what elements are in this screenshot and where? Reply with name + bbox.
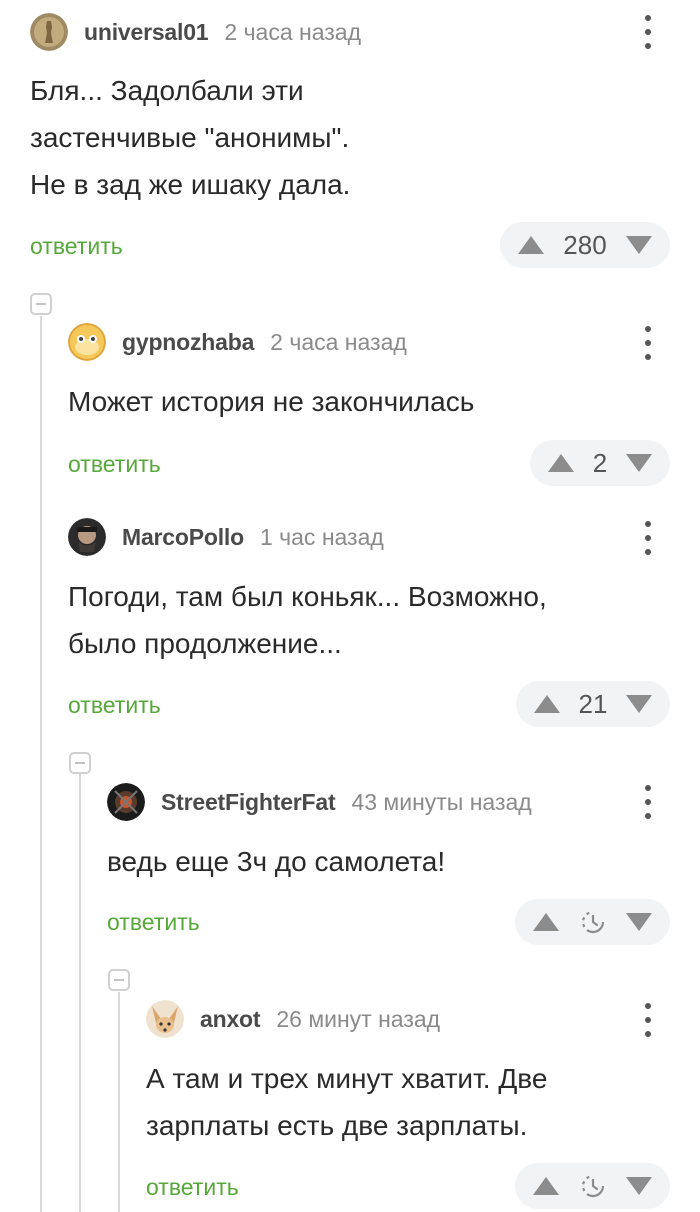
reply-link[interactable]: ответить [30,233,123,260]
triangle-up-icon[interactable] [533,913,559,931]
triangle-down-icon[interactable] [626,1177,652,1195]
triangle-up-icon[interactable] [548,454,574,472]
timestamp[interactable]: 26 минут назад [276,1006,440,1033]
triangle-down-icon[interactable] [626,454,652,472]
fennec-fox-avatar[interactable] [146,1000,184,1038]
comment-text: Может история не закончилась [68,386,475,417]
timestamp[interactable]: 43 минуты назад [351,789,531,816]
thread-line-level-3 [118,992,120,1212]
thread-line-level-1 [40,316,42,1212]
comment-header: anxot 26 минут назад [146,999,440,1039]
timestamp[interactable]: 2 часа назад [224,19,361,46]
more-vertical-icon[interactable] [643,521,653,555]
triangle-up-icon[interactable] [533,1177,559,1195]
username[interactable]: gypnozhaba [122,329,254,356]
username[interactable]: universal01 [84,19,209,46]
triangle-up-icon[interactable] [534,695,560,713]
comment-marcopollo: MarcoPollo 1 час назад Погоди, там был к… [68,500,670,740]
reply-link[interactable]: ответить [107,909,200,936]
comment-header: MarcoPollo 1 час назад [68,517,384,557]
comment-header: gypnozhaba 2 часа назад [68,322,407,362]
comment-header: universal01 2 часа назад [30,12,361,52]
triangle-down-icon[interactable] [625,695,652,713]
collapse-thread-icon[interactable] [30,293,52,315]
comment-text: Погоди, там был коньяк... Возможно, было… [68,581,547,659]
rating-control [515,1163,670,1209]
clock-icon [580,909,606,935]
timestamp[interactable]: 2 часа назад [270,329,407,356]
username[interactable]: anxot [200,1006,261,1033]
rating-control [515,899,670,945]
thread-line-level-2 [79,774,81,1212]
reply-link[interactable]: ответить [146,1174,239,1201]
rating-control: 2 [530,440,670,486]
triangle-up-icon[interactable] [518,236,544,254]
collapse-thread-icon[interactable] [108,969,130,991]
comment-header: StreetFighterFat 43 минуты назад [107,782,532,822]
clock-icon [580,1173,606,1199]
comment-anxot: anxot 26 минут назад А там и трех минут … [146,978,670,1212]
bearded-man-avatar[interactable] [68,518,106,556]
rating-value: 2 [592,447,608,478]
reply-link[interactable]: ответить [68,451,161,478]
rating-control: 280 [500,222,670,268]
triangle-down-icon[interactable] [626,913,652,931]
comment-text: ведь еще 3ч до самолета! [107,846,446,877]
comment-text: Бля... Задолбали эти застенчивые "аноним… [30,75,351,200]
reply-link[interactable]: ответить [68,692,161,719]
rating-value: 21 [578,688,608,719]
username[interactable]: MarcoPollo [122,524,244,551]
timestamp[interactable]: 1 час назад [260,524,384,551]
username[interactable]: StreetFighterFat [161,789,336,816]
collapse-thread-icon[interactable] [69,752,91,774]
rating-control: 21 [516,681,670,727]
dark-emblem-avatar[interactable] [107,783,145,821]
comment-universal01: universal01 2 часа назад Бля... Задолбал… [30,0,670,280]
toad-face-avatar[interactable] [68,323,106,361]
comment-text: А там и трех минут хватит. Две зарплаты … [146,1063,548,1141]
triangle-down-icon[interactable] [625,236,652,254]
coin-statue-avatar[interactable] [30,13,68,51]
rating-value: 280 [563,229,607,260]
comment-gypnozhaba: gypnozhaba 2 часа назад Может история не… [68,300,670,490]
more-vertical-icon[interactable] [643,326,653,360]
more-vertical-icon[interactable] [643,15,653,49]
more-vertical-icon[interactable] [643,785,653,819]
more-vertical-icon[interactable] [643,1003,653,1037]
comment-streetfighterfat: StreetFighterFat 43 минуты назад ведь ещ… [107,760,670,960]
